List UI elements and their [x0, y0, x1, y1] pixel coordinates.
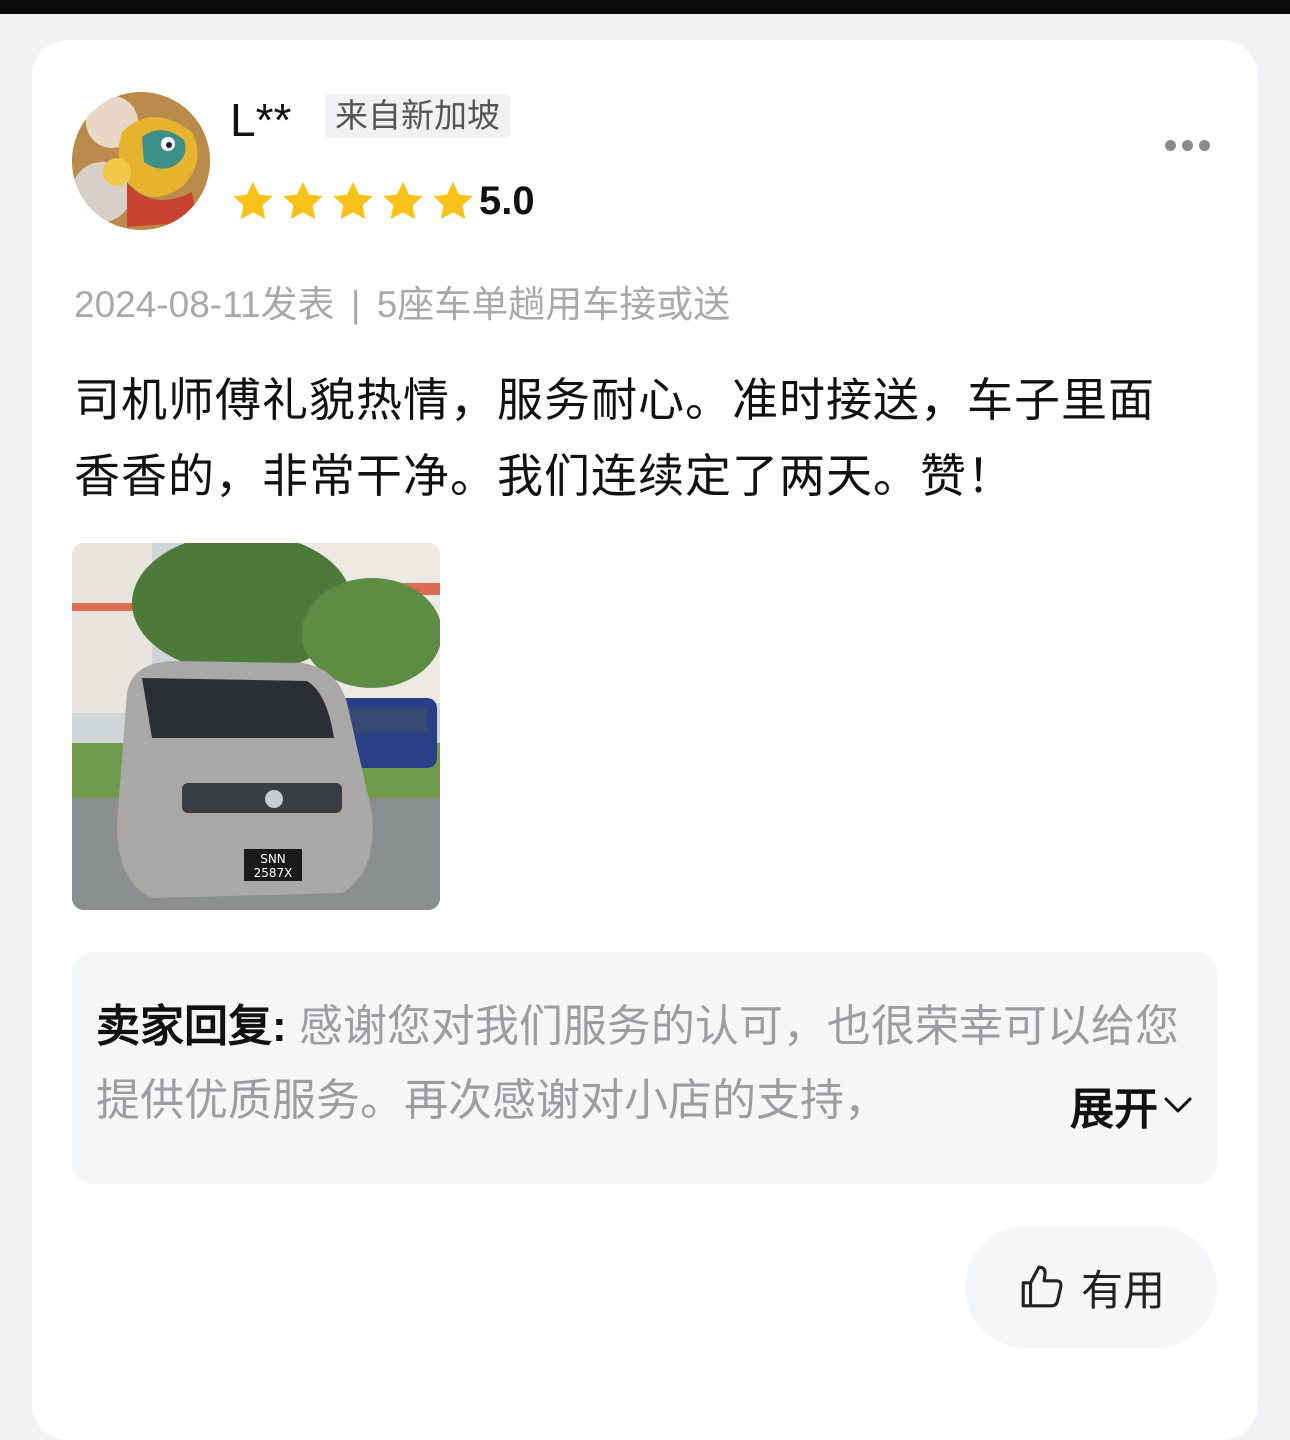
seller-reply: 卖家回复: 感谢您对我们服务的认可，也很荣幸可以给您提供优质服务。再次感谢对小店… — [72, 952, 1218, 1184]
plate-line-1: SNN — [260, 852, 286, 866]
seller-reply-label: 卖家回复: — [96, 1002, 287, 1051]
useful-label: 有用 — [1080, 1266, 1165, 1314]
more-icon[interactable] — [1165, 140, 1210, 151]
star-icon — [333, 181, 373, 220]
star-icon — [433, 181, 473, 220]
useful-button[interactable]: 有用 — [965, 1226, 1217, 1348]
review-photo[interactable]: SNN 2587X — [72, 543, 440, 910]
username: L** — [230, 94, 292, 146]
review-meta: 2024-08-11发表 | 5座车单趟用车接或送 — [74, 280, 730, 330]
meta-separator: | — [350, 284, 361, 325]
product-name: 5座车单趟用车接或送 — [376, 284, 731, 325]
rating-score: 5.0 — [479, 179, 535, 223]
star-icon — [233, 181, 273, 220]
chevron-down-icon — [1164, 1097, 1192, 1113]
seller-reply-text: 卖家回复: 感谢您对我们服务的认可，也很荣幸可以给您提供优质服务。再次感谢对小店… — [96, 990, 1196, 1138]
review-card: L** 来自新加坡 5.0 2024-08-11发表 | 5座车单趟用车接或送 … — [32, 40, 1258, 1440]
plate-line-2: 2587X — [254, 866, 293, 880]
star-icon — [283, 181, 323, 220]
avatar[interactable] — [72, 92, 210, 230]
status-bar-edge — [0, 0, 1290, 14]
thumbs-up-icon — [1021, 1265, 1063, 1308]
review-text: 司机师傅礼貌热情，服务耐心。准时接送，车子里面香香的，非常干净。我们连续定了两天… — [74, 374, 1155, 502]
star-icon — [383, 181, 423, 220]
expand-label: 展开 — [1070, 1085, 1158, 1134]
star-rating — [230, 180, 476, 224]
review-date: 2024-08-11发表 — [74, 284, 335, 325]
location-badge: 来自新加坡 — [325, 94, 510, 138]
expand-button[interactable]: 展开 — [1052, 1068, 1198, 1142]
